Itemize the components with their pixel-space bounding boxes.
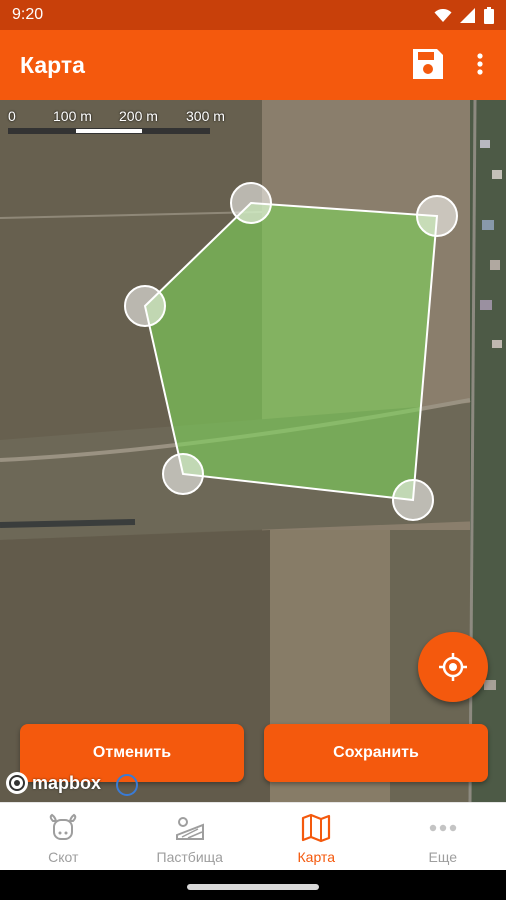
status-bar: 9:20	[0, 0, 506, 30]
scale-label: 200 m	[119, 108, 158, 124]
save-icon-button[interactable]	[410, 46, 446, 82]
nav-item-pastures[interactable]: Пастбища	[127, 803, 254, 870]
nav-label: Еще	[428, 849, 458, 865]
system-navigation-bar	[0, 870, 506, 900]
scale-label: 300 m	[186, 108, 225, 124]
page-title: Карта	[20, 52, 85, 78]
nav-label: Скот	[48, 849, 79, 865]
scale-label: 100 m	[53, 108, 92, 124]
nav-item-livestock[interactable]: Скот	[0, 803, 127, 870]
home-gesture-pill[interactable]	[187, 884, 319, 890]
nav-label: Карта	[297, 849, 335, 865]
wifi-icon	[434, 8, 452, 22]
bottom-navigation: Скот Пастбища Карта Еще	[0, 802, 506, 870]
scale-label: 0	[8, 108, 16, 124]
more-vert-icon	[477, 53, 483, 75]
mapbox-mark-icon	[6, 772, 28, 794]
map-scale-bar: 0 100 m 200 m 300 m	[8, 108, 238, 134]
battery-icon	[484, 7, 494, 24]
more-horiz-icon	[429, 824, 456, 832]
status-icons	[434, 7, 494, 24]
nav-item-more[interactable]: Еще	[380, 803, 506, 870]
attribution-info-icon[interactable]	[116, 774, 138, 796]
scale-line	[8, 128, 210, 134]
app-bar: Карта	[0, 30, 506, 100]
save-button[interactable]: Сохранить	[264, 724, 488, 782]
my-location-icon	[439, 653, 467, 681]
cow-icon	[49, 813, 77, 840]
mapbox-logo[interactable]: mapbox	[6, 772, 101, 794]
status-time: 9:20	[12, 6, 44, 23]
save-icon	[413, 49, 443, 79]
nav-item-map[interactable]: Карта	[253, 803, 380, 870]
nav-label: Пастбища	[156, 849, 223, 865]
my-location-button[interactable]	[418, 632, 488, 702]
map-icon	[302, 813, 331, 843]
signal-icon	[460, 8, 475, 23]
scale-labels: 0 100 m 200 m 300 m	[8, 108, 238, 124]
pasture-icon	[175, 817, 204, 840]
mapbox-label: mapbox	[32, 772, 102, 793]
more-options-button[interactable]	[466, 46, 494, 82]
